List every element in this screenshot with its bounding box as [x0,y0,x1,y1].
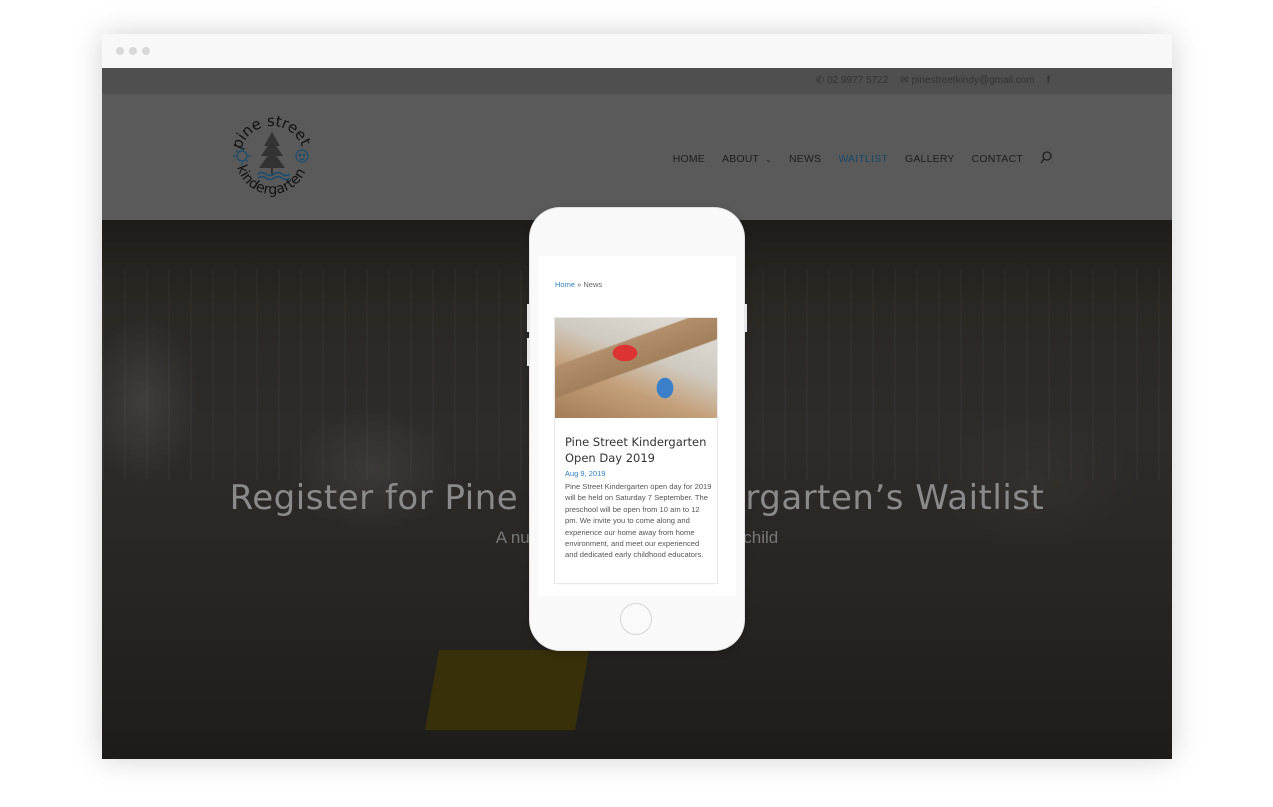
nav-about[interactable]: ABOUT ⌄ [722,153,772,165]
browser-chrome [102,34,1172,68]
post-thumbnail-image[interactable] [555,318,717,418]
email-address: pinestreetkindy@gmail.com [911,75,1035,86]
sun-icon [233,147,251,165]
breadcrumb-current: News [583,280,603,289]
nav-news[interactable]: NEWS [789,153,821,165]
site-header: pine street kindergarten HOME ABOUT ⌄ NE… [102,94,1172,220]
facebook-icon[interactable]: f [1047,75,1050,86]
phone-mockup: Home » News Pine Street Kindergarten Ope… [527,208,747,650]
site-logo[interactable]: pine street kindergarten [226,112,318,202]
email-contact[interactable]: ✉ pinestreetkindy@gmail.com [900,75,1034,86]
window-maximize-button[interactable] [142,47,150,55]
phone-home-button [620,603,652,635]
phone-icon: ✆ [815,75,825,86]
nav-waitlist[interactable]: WAITLIST [838,153,888,165]
window-minimize-button[interactable] [129,47,137,55]
breadcrumb-separator: » [577,280,582,289]
breadcrumb-home-link[interactable]: Home [555,280,575,289]
phone-number: 02 9977 5722 [827,75,889,86]
chevron-down-icon: ⌄ [765,155,773,164]
window-close-button[interactable] [116,47,124,55]
nav-about-label: ABOUT [722,153,759,165]
main-navigation: HOME ABOUT ⌄ NEWS WAITLIST GALLERY CONTA… [673,151,1052,167]
tree-icon [259,132,285,176]
phone-side-button [527,338,530,366]
phone-side-button [527,304,530,332]
post-title[interactable]: Pine Street Kindergarten Open Day 2019 [565,434,710,466]
phone-contact[interactable]: ✆ 02 9977 5722 [816,75,889,86]
search-icon[interactable] [1040,151,1052,167]
logo-graphic: pine street kindergarten [228,112,315,198]
child-face-icon [295,149,309,163]
nav-home[interactable]: HOME [673,153,705,165]
envelope-icon: ✉ [900,75,909,86]
phone-power-button [744,304,747,332]
phone-screen: Home » News Pine Street Kindergarten Ope… [538,256,736,596]
post-excerpt: Pine Street Kindergarten open day for 20… [565,482,712,560]
top-contact-bar: ✆ 02 9977 5722 ✉ pinestreetkindy@gmail.c… [102,68,1172,94]
news-post-card[interactable]: Pine Street Kindergarten Open Day 2019 A… [555,318,717,583]
nav-contact[interactable]: CONTACT [972,153,1023,165]
breadcrumb: Home » News [555,280,602,289]
post-date: Aug 9, 2019 [565,469,606,478]
hero-toy-truck-shape [424,650,590,730]
nav-gallery[interactable]: GALLERY [905,153,955,165]
